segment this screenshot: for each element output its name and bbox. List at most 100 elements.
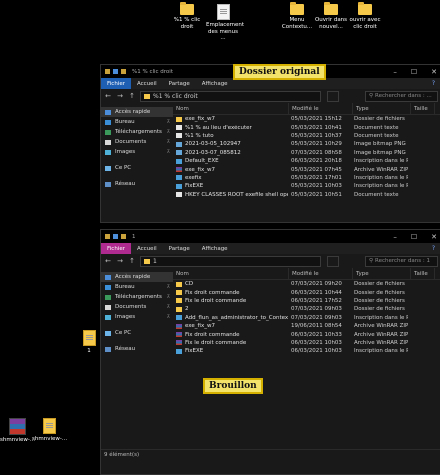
forward-icon[interactable]: → — [116, 257, 124, 265]
desktop-icon[interactable]: Menu Contextu... — [280, 2, 314, 30]
file-date: 06/03/2021 10h03 — [291, 339, 342, 346]
column-name[interactable]: Nom — [173, 103, 289, 114]
desktop-icon[interactable]: %1 % clic droit — [170, 2, 204, 30]
properties-icon[interactable] — [113, 234, 118, 239]
file-row[interactable]: exe_fix_w7 05/03/2021 07h45 Archive WinRAR… — [173, 165, 440, 173]
annotation-original: Dossier original — [233, 64, 326, 80]
tab-fichier[interactable]: Fichier — [101, 243, 131, 254]
tab-partage[interactable]: Partage — [163, 246, 196, 252]
nav-item[interactable]: Bureau ⊼ — [101, 117, 173, 127]
file-type: Inscription dans le Re — [354, 348, 408, 355]
address-bar[interactable]: 1 — [140, 255, 321, 267]
help-icon[interactable]: ? — [426, 245, 440, 252]
file-row[interactable]: exe_fix_w7 19/06/2011 08h54 Archive WinRAR… — [173, 322, 440, 330]
file-row[interactable]: exe_fix_w7 05/03/2021 15h12 Dossier de fic… — [173, 115, 440, 123]
file-row[interactable]: Fix droit commande 06/03/2021 10h33 Archiv… — [173, 330, 440, 338]
file-row[interactable]: FixEXE 05/03/2021 10h03 Inscription dans l… — [173, 182, 440, 190]
search-input[interactable]: ⚲ Rechercher dans : 1 — [365, 255, 438, 267]
nav-item[interactable]: Ce PC — [101, 163, 173, 173]
nav-item[interactable]: Ce PC — [101, 328, 173, 338]
reg-file-icon — [176, 348, 182, 354]
file-row[interactable]: Default_EXE 06/03/2021 20h18 Inscription d… — [173, 157, 440, 165]
back-icon[interactable]: ← — [104, 92, 112, 100]
file-type: Image bitmap PNG — [354, 141, 406, 148]
nav-item[interactable]: Réseau — [101, 179, 173, 189]
nav-item[interactable]: Documents ⊼ — [101, 302, 173, 312]
reg-file-icon — [176, 315, 182, 321]
desktop-icon[interactable]: Emplacement des menus ... — [206, 4, 244, 42]
maximize-icon[interactable]: ☐ — [411, 233, 417, 241]
file-row[interactable]: Fix le droit commande 06/03/2021 10h03 Arc… — [173, 339, 440, 347]
tab-fichier[interactable]: Fichier — [101, 78, 131, 89]
file-row[interactable]: %1 % au lieu d'exécuter 05/03/2021 10h41 D… — [173, 123, 440, 131]
close-icon[interactable]: ✕ — [431, 233, 437, 241]
nav-item[interactable]: Bureau ⊼ — [101, 282, 173, 292]
nav-item[interactable]: Documents ⊼ — [101, 137, 173, 147]
download-icon — [105, 294, 111, 300]
maximize-icon[interactable]: ☐ — [411, 68, 417, 76]
new-folder-icon[interactable] — [121, 69, 126, 74]
nav-item[interactable]: Téléchargements ⊼ — [101, 127, 173, 137]
close-icon[interactable]: ✕ — [431, 68, 437, 76]
rar-file-icon — [176, 323, 182, 329]
file-row[interactable]: FixEXE 06/03/2021 10h03 Inscription dans l… — [173, 347, 440, 355]
minimize-icon[interactable]: – — [393, 68, 397, 76]
nav-item[interactable]: Images ⊼ — [101, 312, 173, 322]
folder-file-icon — [176, 306, 182, 312]
file-row[interactable]: Add_flun_as_administrator_to_Context_...… — [173, 314, 440, 322]
status-bar: 9 élément(s) — [101, 449, 440, 459]
search-input[interactable]: ⚲ Rechercher dans : ... — [365, 90, 438, 102]
file-row[interactable]: HKEY CLASSES ROOT exefile shell open 05/0… — [173, 191, 440, 199]
explorer-window-draft[interactable]: 1 – ☐ ✕ Fichier Accueil Partage Affichage … — [100, 229, 440, 475]
address-bar[interactable]: %1 % clic droit — [140, 90, 321, 102]
nav-item[interactable]: Téléchargements ⊼ — [101, 292, 173, 302]
desktop-icon[interactable]: ouvrir avec clic droit — [348, 2, 382, 30]
file-name: exe_fix_w7 — [185, 323, 215, 330]
column-type[interactable]: Type — [353, 268, 411, 279]
column-name[interactable]: Nom — [173, 268, 289, 279]
file-row[interactable]: 2 07/03/2021 09h03 Dossier de fichiers — [173, 305, 440, 313]
desktop-icon[interactable]: shmnview-... — [32, 418, 67, 443]
tab-accueil[interactable]: Accueil — [131, 81, 163, 87]
tab-affichage[interactable]: Affichage — [196, 81, 234, 87]
column-size[interactable]: Taille — [411, 268, 435, 279]
file-list: Nom Modifié le Type Taille exe_fix_w7 05/… — [173, 103, 440, 199]
column-size[interactable]: Taille — [411, 103, 435, 114]
column-type[interactable]: Type — [353, 103, 411, 114]
column-date[interactable]: Modifié le — [289, 268, 353, 279]
minimize-icon[interactable]: – — [393, 233, 397, 241]
help-icon[interactable]: ? — [426, 80, 440, 87]
file-list: Nom Modifié le Type Taille CD 07/03/2021 … — [173, 268, 440, 449]
file-row[interactable]: Fix le droit commande 06/03/2021 17h52 Dos… — [173, 297, 440, 305]
reg-file-icon — [176, 175, 182, 181]
nav-item[interactable]: Images ⊼ — [101, 147, 173, 157]
desktop-icon — [105, 119, 111, 125]
forward-icon[interactable]: → — [116, 92, 124, 100]
column-date[interactable]: Modifié le — [289, 103, 353, 114]
tab-affichage[interactable]: Affichage — [196, 246, 234, 252]
title-bar[interactable]: 1 – ☐ ✕ — [101, 230, 440, 243]
file-row[interactable]: Fix droit commande 06/03/2021 10h44 Dossie… — [173, 288, 440, 296]
refresh-button[interactable] — [327, 255, 339, 267]
nav-item[interactable]: Accès rapide — [101, 107, 173, 117]
back-icon[interactable]: ← — [104, 257, 112, 265]
tab-accueil[interactable]: Accueil — [131, 246, 163, 252]
nav-item[interactable]: Accès rapide — [101, 272, 173, 282]
desktop-icon[interactable]: Ouvrir dans nouvel... — [314, 2, 348, 30]
up-icon[interactable]: ↑ — [128, 92, 136, 100]
file-row[interactable]: 2021-03-05_102947 05/03/2021 10h29 Image b… — [173, 140, 440, 148]
star-icon — [105, 109, 111, 115]
desktop-icon[interactable]: shmnview-... — [0, 418, 35, 444]
file-row[interactable]: exefix 05/03/2021 17h01 Inscription dans l… — [173, 174, 440, 182]
tab-partage[interactable]: Partage — [163, 81, 196, 87]
refresh-button[interactable] — [327, 90, 339, 102]
properties-icon[interactable] — [113, 69, 118, 74]
file-row[interactable]: %1 % tuto 05/03/2021 10h37 Document texte — [173, 132, 440, 140]
file-row[interactable]: CD 07/03/2021 09h20 Dossier de fichiers — [173, 280, 440, 288]
nav-item[interactable]: Réseau — [101, 344, 173, 354]
pin-icon: ⊼ — [166, 129, 170, 135]
explorer-window-original[interactable]: %1 % clic droit – ☐ ✕ Fichier Accueil Part… — [100, 64, 440, 223]
file-row[interactable]: 2021-03-07_085812 07/03/2021 08h58 Image b… — [173, 149, 440, 157]
new-folder-icon[interactable] — [121, 234, 126, 239]
up-icon[interactable]: ↑ — [128, 257, 136, 265]
